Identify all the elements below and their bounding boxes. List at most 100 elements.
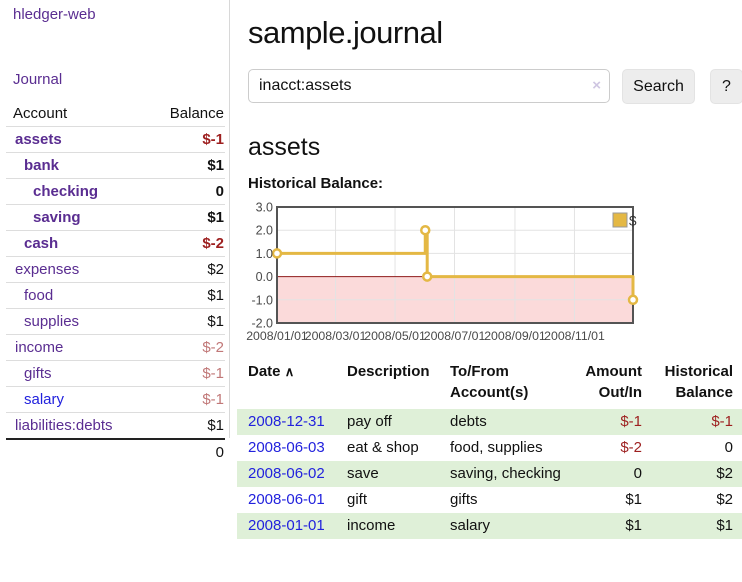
header-balance: Historical Balance (647, 358, 742, 409)
transaction-amount: $-2 (565, 435, 647, 461)
x-tick-label: 2008/09/01 (484, 329, 546, 343)
account-row: saving $1 (6, 205, 225, 231)
chart-title: Historical Balance: (248, 175, 383, 192)
sidebar: hledger-web Journal Account Balance asse… (0, 0, 230, 438)
account-balance: $-2 (144, 335, 225, 361)
account-balance: $1 (144, 413, 225, 440)
account-link[interactable]: gifts (24, 363, 52, 384)
header-date[interactable]: Date ∧ (237, 358, 347, 409)
transaction-date-link[interactable]: 2008-01-01 (248, 517, 325, 534)
transaction-amount: $-1 (565, 409, 647, 435)
transaction-amount: $1 (565, 487, 647, 513)
account-link[interactable]: bank (24, 155, 59, 176)
y-tick-label: 3.0 (256, 201, 273, 215)
transaction-accounts: debts (450, 409, 565, 435)
account-row: bank $1 (6, 153, 225, 179)
y-tick-label: 0.0 (256, 270, 273, 284)
historical-balance-chart[interactable]: $3.02.01.00.0-1.0-2.02008/01/012008/03/0… (240, 202, 640, 350)
account-row: gifts $-1 (6, 361, 225, 387)
legend-label: $ (629, 214, 637, 229)
y-tick-label: 1.0 (256, 247, 273, 261)
account-heading: assets (248, 133, 320, 162)
transaction-amount: $1 (565, 513, 647, 539)
account-row: supplies $1 (6, 309, 225, 335)
account-link[interactable]: saving (33, 207, 81, 228)
account-link[interactable]: checking (33, 181, 98, 202)
transaction-row: 2008-01-01 income salary $1 $1 (237, 513, 742, 539)
transaction-accounts: gifts (450, 487, 565, 513)
transaction-row: 2008-12-31 pay off debts $-1 $-1 (237, 409, 742, 435)
account-link[interactable]: supplies (24, 311, 79, 332)
main-panel: sample.journal × Search ? assets Histori… (230, 0, 742, 582)
account-link[interactable]: cash (24, 233, 58, 254)
header-amount: Amount Out/In (565, 358, 647, 409)
account-link[interactable]: expenses (15, 259, 79, 280)
sort-ascending-icon: ∧ (285, 364, 295, 379)
account-row: food $1 (6, 283, 225, 309)
account-row: income $-2 (6, 335, 225, 361)
y-tick-label: -1.0 (251, 293, 273, 307)
account-link[interactable]: food (24, 285, 53, 306)
transaction-balance: 0 (647, 435, 742, 461)
transaction-date-link[interactable]: 2008-06-03 (248, 439, 325, 456)
accounts-table: Account Balance assets $-1 bank $1 check… (6, 103, 225, 465)
account-link[interactable]: income (15, 337, 63, 358)
x-tick-label: 2008/03/01 (305, 329, 367, 343)
transaction-balance: $1 (647, 513, 742, 539)
transaction-accounts: salary (450, 513, 565, 539)
account-balance: $1 (144, 309, 225, 335)
account-row: salary $-1 (6, 387, 225, 413)
accounts-header-account: Account (6, 103, 144, 127)
transaction-balance: $-1 (647, 409, 742, 435)
accounts-header-row: Account Balance (6, 103, 225, 127)
app-title-link[interactable]: hledger-web (13, 6, 96, 23)
accounts-total-value: 0 (144, 439, 225, 465)
search-input[interactable] (248, 69, 610, 103)
transaction-accounts: food, supplies (450, 435, 565, 461)
account-row: expenses $2 (6, 257, 225, 283)
transaction-description: save (347, 461, 450, 487)
transaction-row: 2008-06-01 gift gifts $1 $2 (237, 487, 742, 513)
transaction-date-link[interactable]: 2008-06-02 (248, 465, 325, 482)
account-link[interactable]: assets (15, 129, 62, 150)
account-balance: $-1 (144, 387, 225, 413)
header-date-label: Date (248, 363, 281, 380)
x-tick-label: 2008/11/01 (544, 329, 605, 343)
account-link[interactable]: salary (24, 389, 64, 410)
transaction-balance: $2 (647, 487, 742, 513)
account-link[interactable]: liabilities:debts (15, 415, 113, 436)
accounts-header-balance: Balance (144, 103, 225, 127)
transaction-description: income (347, 513, 450, 539)
account-balance: $1 (144, 205, 225, 231)
help-button[interactable]: ? (710, 69, 742, 104)
transaction-row: 2008-06-03 eat & shop food, supplies $-2… (237, 435, 742, 461)
x-tick-label: 2008/05/01 (364, 329, 426, 343)
page-title: sample.journal (248, 15, 443, 51)
account-balance: $1 (144, 153, 225, 179)
clear-search-icon[interactable]: × (592, 77, 601, 94)
search-box: × (248, 69, 610, 103)
account-row: checking 0 (6, 179, 225, 205)
transaction-amount: 0 (565, 461, 647, 487)
account-row: liabilities:debts $1 (6, 413, 225, 440)
data-point-marker (629, 296, 637, 304)
data-point-marker (423, 273, 431, 281)
legend-swatch (613, 213, 627, 227)
transaction-description: gift (347, 487, 450, 513)
account-row: assets $-1 (6, 127, 225, 153)
account-balance: $-1 (144, 361, 225, 387)
header-account: To/From Account(s) (450, 358, 565, 409)
sidebar-item-journal[interactable]: Journal (13, 71, 62, 88)
transaction-date-link[interactable]: 2008-06-01 (248, 491, 325, 508)
accounts-total-spacer (6, 439, 144, 465)
transactions-table: Date ∧ Description To/From Account(s) Am… (237, 358, 742, 539)
transaction-date-link[interactable]: 2008-12-31 (248, 413, 325, 430)
account-balance: 0 (144, 179, 225, 205)
transaction-row: 2008-06-02 save saving, checking 0 $2 (237, 461, 742, 487)
account-row: cash $-2 (6, 231, 225, 257)
transaction-description: eat & shop (347, 435, 450, 461)
search-button[interactable]: Search (622, 69, 695, 104)
x-tick-label: 2008/07/01 (424, 329, 486, 343)
account-balance: $1 (144, 283, 225, 309)
y-tick-label: 2.0 (256, 224, 273, 238)
